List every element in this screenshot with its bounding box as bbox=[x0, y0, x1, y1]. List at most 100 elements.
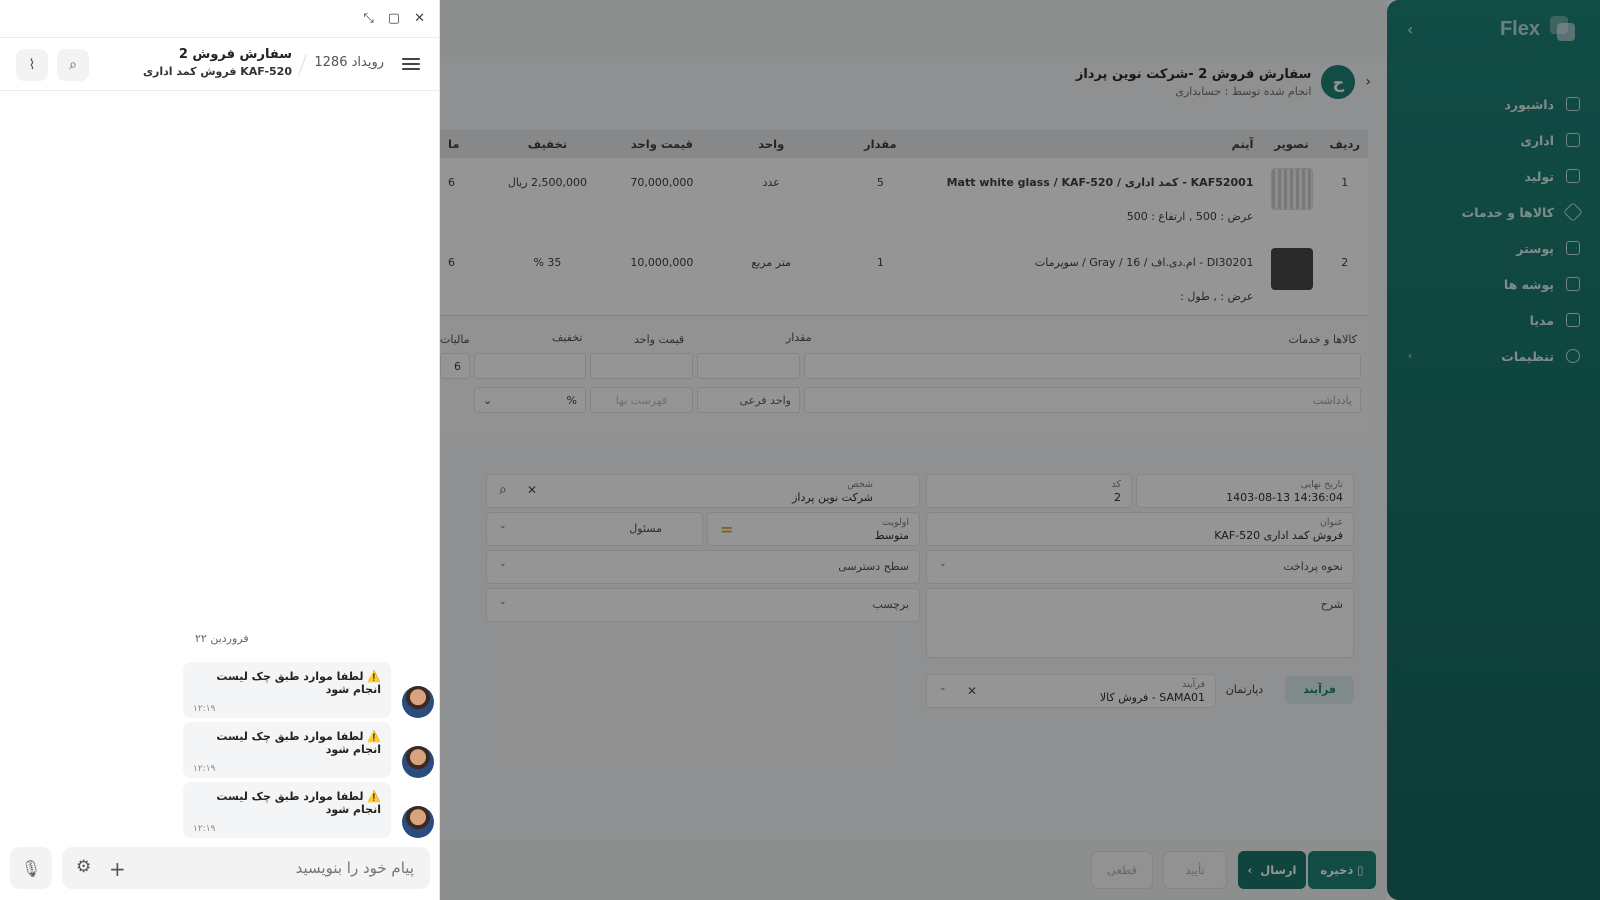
chat-message[interactable]: ⚠️ لطفا موارد طبق چک لیست انجام شود ۱۲:۱… bbox=[0, 662, 440, 718]
chevron-down-icon: ⌄ bbox=[499, 521, 507, 531]
avatar[interactable] bbox=[402, 806, 434, 838]
divider bbox=[298, 54, 307, 76]
process-tabs: فرآیند دپارتمان bbox=[1208, 676, 1354, 704]
add-item-panel: کالاها و خدمات مقدار قیمت واحد تخفیف مال… bbox=[440, 315, 1369, 439]
tax-field[interactable]: 6 bbox=[440, 353, 470, 379]
clear-icon[interactable]: ✕ bbox=[967, 684, 977, 698]
send-button[interactable]: ‹ ارسال bbox=[1238, 851, 1306, 889]
clear-icon[interactable]: ✕ bbox=[527, 483, 537, 497]
table-row[interactable]: 2 DI30201 - ام.دی.اف / 16 / Gray / سوپرم… bbox=[440, 238, 1368, 290]
col-image: تصویر bbox=[1261, 130, 1322, 158]
access-level-select[interactable]: سطح دسترسی ⌄ bbox=[486, 550, 920, 584]
logo-mark-icon bbox=[1550, 16, 1576, 42]
logo-text: Flex bbox=[1499, 17, 1540, 40]
sidebar-item-dashboard[interactable]: داشبورد bbox=[1400, 86, 1580, 122]
chat-message[interactable]: ⚠️ لطفا موارد طبق چک لیست انجام شود ۱۲:۱… bbox=[0, 722, 440, 778]
sidebar-item-poster[interactable]: پوستر bbox=[1400, 230, 1580, 266]
plus-icon[interactable]: + bbox=[109, 857, 126, 881]
unit-price-field[interactable] bbox=[590, 353, 693, 379]
sidebar-item-settings[interactable]: ‹ تنظیمات bbox=[1400, 338, 1580, 374]
item-unit-price: 70,000,000 bbox=[630, 176, 694, 189]
col-discount: تخفیف bbox=[487, 130, 608, 158]
chevron-right-icon[interactable]: › bbox=[1365, 74, 1371, 90]
products-label: کالاها و خدمات bbox=[1288, 333, 1358, 346]
product-thumbnail bbox=[1271, 168, 1314, 210]
item-unit-price: 10,000,000 bbox=[630, 256, 694, 269]
avatar[interactable] bbox=[402, 686, 434, 718]
date-separator: ۲۲ فروردین bbox=[195, 632, 249, 645]
product-thumbnail bbox=[1271, 248, 1314, 290]
discount-label: تخفیف bbox=[552, 331, 583, 344]
menu-icon[interactable] bbox=[402, 55, 420, 73]
products-field[interactable] bbox=[804, 353, 1361, 379]
attach-icon[interactable]: ⌇ bbox=[16, 49, 48, 81]
search-icon[interactable]: ⌕ bbox=[499, 482, 507, 498]
message-text: ⚠️ لطفا موارد طبق چک لیست انجام شود bbox=[216, 730, 381, 756]
tag-select[interactable]: برچسب ⌄ bbox=[486, 588, 920, 622]
deadline-field[interactable]: تاریخ نهایی 1403-08-13 14:36:04 bbox=[1136, 474, 1354, 508]
chat-subtitle: فروش کمد اداری KAF-520 bbox=[142, 65, 292, 78]
price-list-field[interactable]: فهرست بها bbox=[590, 387, 693, 413]
col-tax: ما bbox=[440, 130, 488, 158]
payment-method-select[interactable]: نحوه پرداخت ⌄ bbox=[926, 550, 1354, 584]
final-button[interactable]: قطعی bbox=[1091, 851, 1153, 889]
document-subtitle: انجام شده توسط : حسابداری bbox=[1175, 84, 1312, 98]
qty-field[interactable] bbox=[697, 353, 800, 379]
confirm-button[interactable]: تأیید bbox=[1163, 851, 1227, 889]
message-text: ⚠️ لطفا موارد طبق چک لیست انجام شود bbox=[216, 790, 381, 816]
production-icon bbox=[1566, 169, 1580, 183]
search-icon[interactable]: ⌕ bbox=[57, 49, 89, 81]
item-unit: متر مربع bbox=[751, 256, 792, 269]
item-discount: 2,500,000 ریال bbox=[507, 176, 588, 189]
tab-process[interactable]: فرآیند bbox=[1285, 676, 1354, 704]
priority-field[interactable]: اولویت متوسط = bbox=[707, 512, 920, 546]
description-textarea[interactable]: شرح bbox=[926, 588, 1354, 658]
sidebar-item-office[interactable]: اداری bbox=[1400, 122, 1580, 158]
bookmark-icon: ▯ bbox=[1357, 863, 1364, 877]
sub-unit-field[interactable]: واحد فرعی bbox=[697, 387, 800, 413]
discount-field[interactable] bbox=[474, 353, 586, 379]
tab-department[interactable]: دپارتمان bbox=[1208, 676, 1281, 704]
settings-icon bbox=[1566, 349, 1580, 363]
microphone-icon[interactable]: 🎙 bbox=[10, 847, 52, 889]
sidebar-item-folders[interactable]: پوشه ها bbox=[1400, 266, 1580, 302]
message-bubble: ⚠️ لطفا موارد طبق چک لیست انجام شود ۱۲:۱… bbox=[183, 662, 391, 718]
minimize-icon[interactable]: ⤡ bbox=[363, 11, 373, 26]
collapse-sidebar-icon[interactable]: ‹ bbox=[1407, 20, 1413, 39]
note-field[interactable]: یادداشت bbox=[804, 387, 1361, 413]
close-icon[interactable]: ✕ bbox=[414, 11, 425, 26]
code-field[interactable]: کد 2 bbox=[926, 474, 1132, 508]
item-tax: 6 bbox=[448, 256, 455, 269]
process-field[interactable]: فرآیند SAMA01 - فروش کالا ✕ ⌄ bbox=[926, 674, 1216, 708]
row-number: 1 bbox=[1341, 176, 1349, 189]
col-unit-price: قیمت واحد bbox=[607, 130, 717, 158]
sidebar-item-products[interactable]: کالاها و خدمات bbox=[1400, 194, 1583, 230]
chat-panel: ⤡ ▢ ✕ ⌇ ⌕ سفارش فروش 2 فروش کمد اداری KA… bbox=[0, 0, 440, 900]
items-table: ردیف تصویر آیتم مقدار واحد قیمت واحد تخف… bbox=[440, 130, 1368, 320]
sidebar-item-media[interactable]: مدیا bbox=[1400, 302, 1580, 338]
save-button[interactable]: ذخیره ▯ bbox=[1308, 851, 1376, 889]
message-bubble: ⚠️ لطفا موارد طبق چک لیست انجام شود ۱۲:۱… bbox=[183, 782, 391, 838]
sidebar-item-production[interactable]: تولید bbox=[1400, 158, 1580, 194]
avatar[interactable] bbox=[402, 746, 434, 778]
discount-type-select[interactable]: ⌄ % bbox=[474, 387, 586, 413]
gear-icon[interactable]: ⚙ bbox=[76, 857, 91, 877]
chat-message[interactable]: ⚠️ لطفا موارد طبق چک لیست انجام شود ۱۲:۱… bbox=[0, 782, 440, 838]
maximize-icon[interactable]: ▢ bbox=[388, 11, 400, 26]
office-icon bbox=[1566, 133, 1580, 147]
person-field[interactable]: شخص شرکت نوین پرداز ⌕ ✕ bbox=[486, 474, 920, 508]
title-field[interactable]: عنوان فروش کمد اداری KAF-520 bbox=[926, 512, 1354, 546]
responsible-field[interactable]: مسئول ⌄ bbox=[486, 512, 703, 546]
col-item: آیتم bbox=[934, 130, 1262, 158]
message-input[interactable] bbox=[154, 859, 414, 877]
item-unit: عدد bbox=[762, 176, 780, 189]
table-row[interactable]: 1 KAF52001 - کمد اداری / Matt white glas… bbox=[440, 158, 1368, 210]
document-title: سفارش فروش 2 -شرکت نوین پرداز bbox=[1075, 66, 1312, 82]
chevron-left-icon: ‹ bbox=[1408, 350, 1413, 362]
chevron-down-icon: ⌄ bbox=[499, 597, 507, 607]
chevron-down-icon: ⌄ bbox=[939, 559, 947, 569]
item-detail: عرض : 500 , ارتفاع : 500 bbox=[1126, 210, 1254, 223]
tax-label: مالیات bbox=[440, 333, 470, 346]
action-bar: ذخیره ▯ ‹ ارسال تأیید قطعی bbox=[440, 840, 1387, 900]
message-input-box[interactable]: + ⚙ bbox=[62, 847, 430, 889]
